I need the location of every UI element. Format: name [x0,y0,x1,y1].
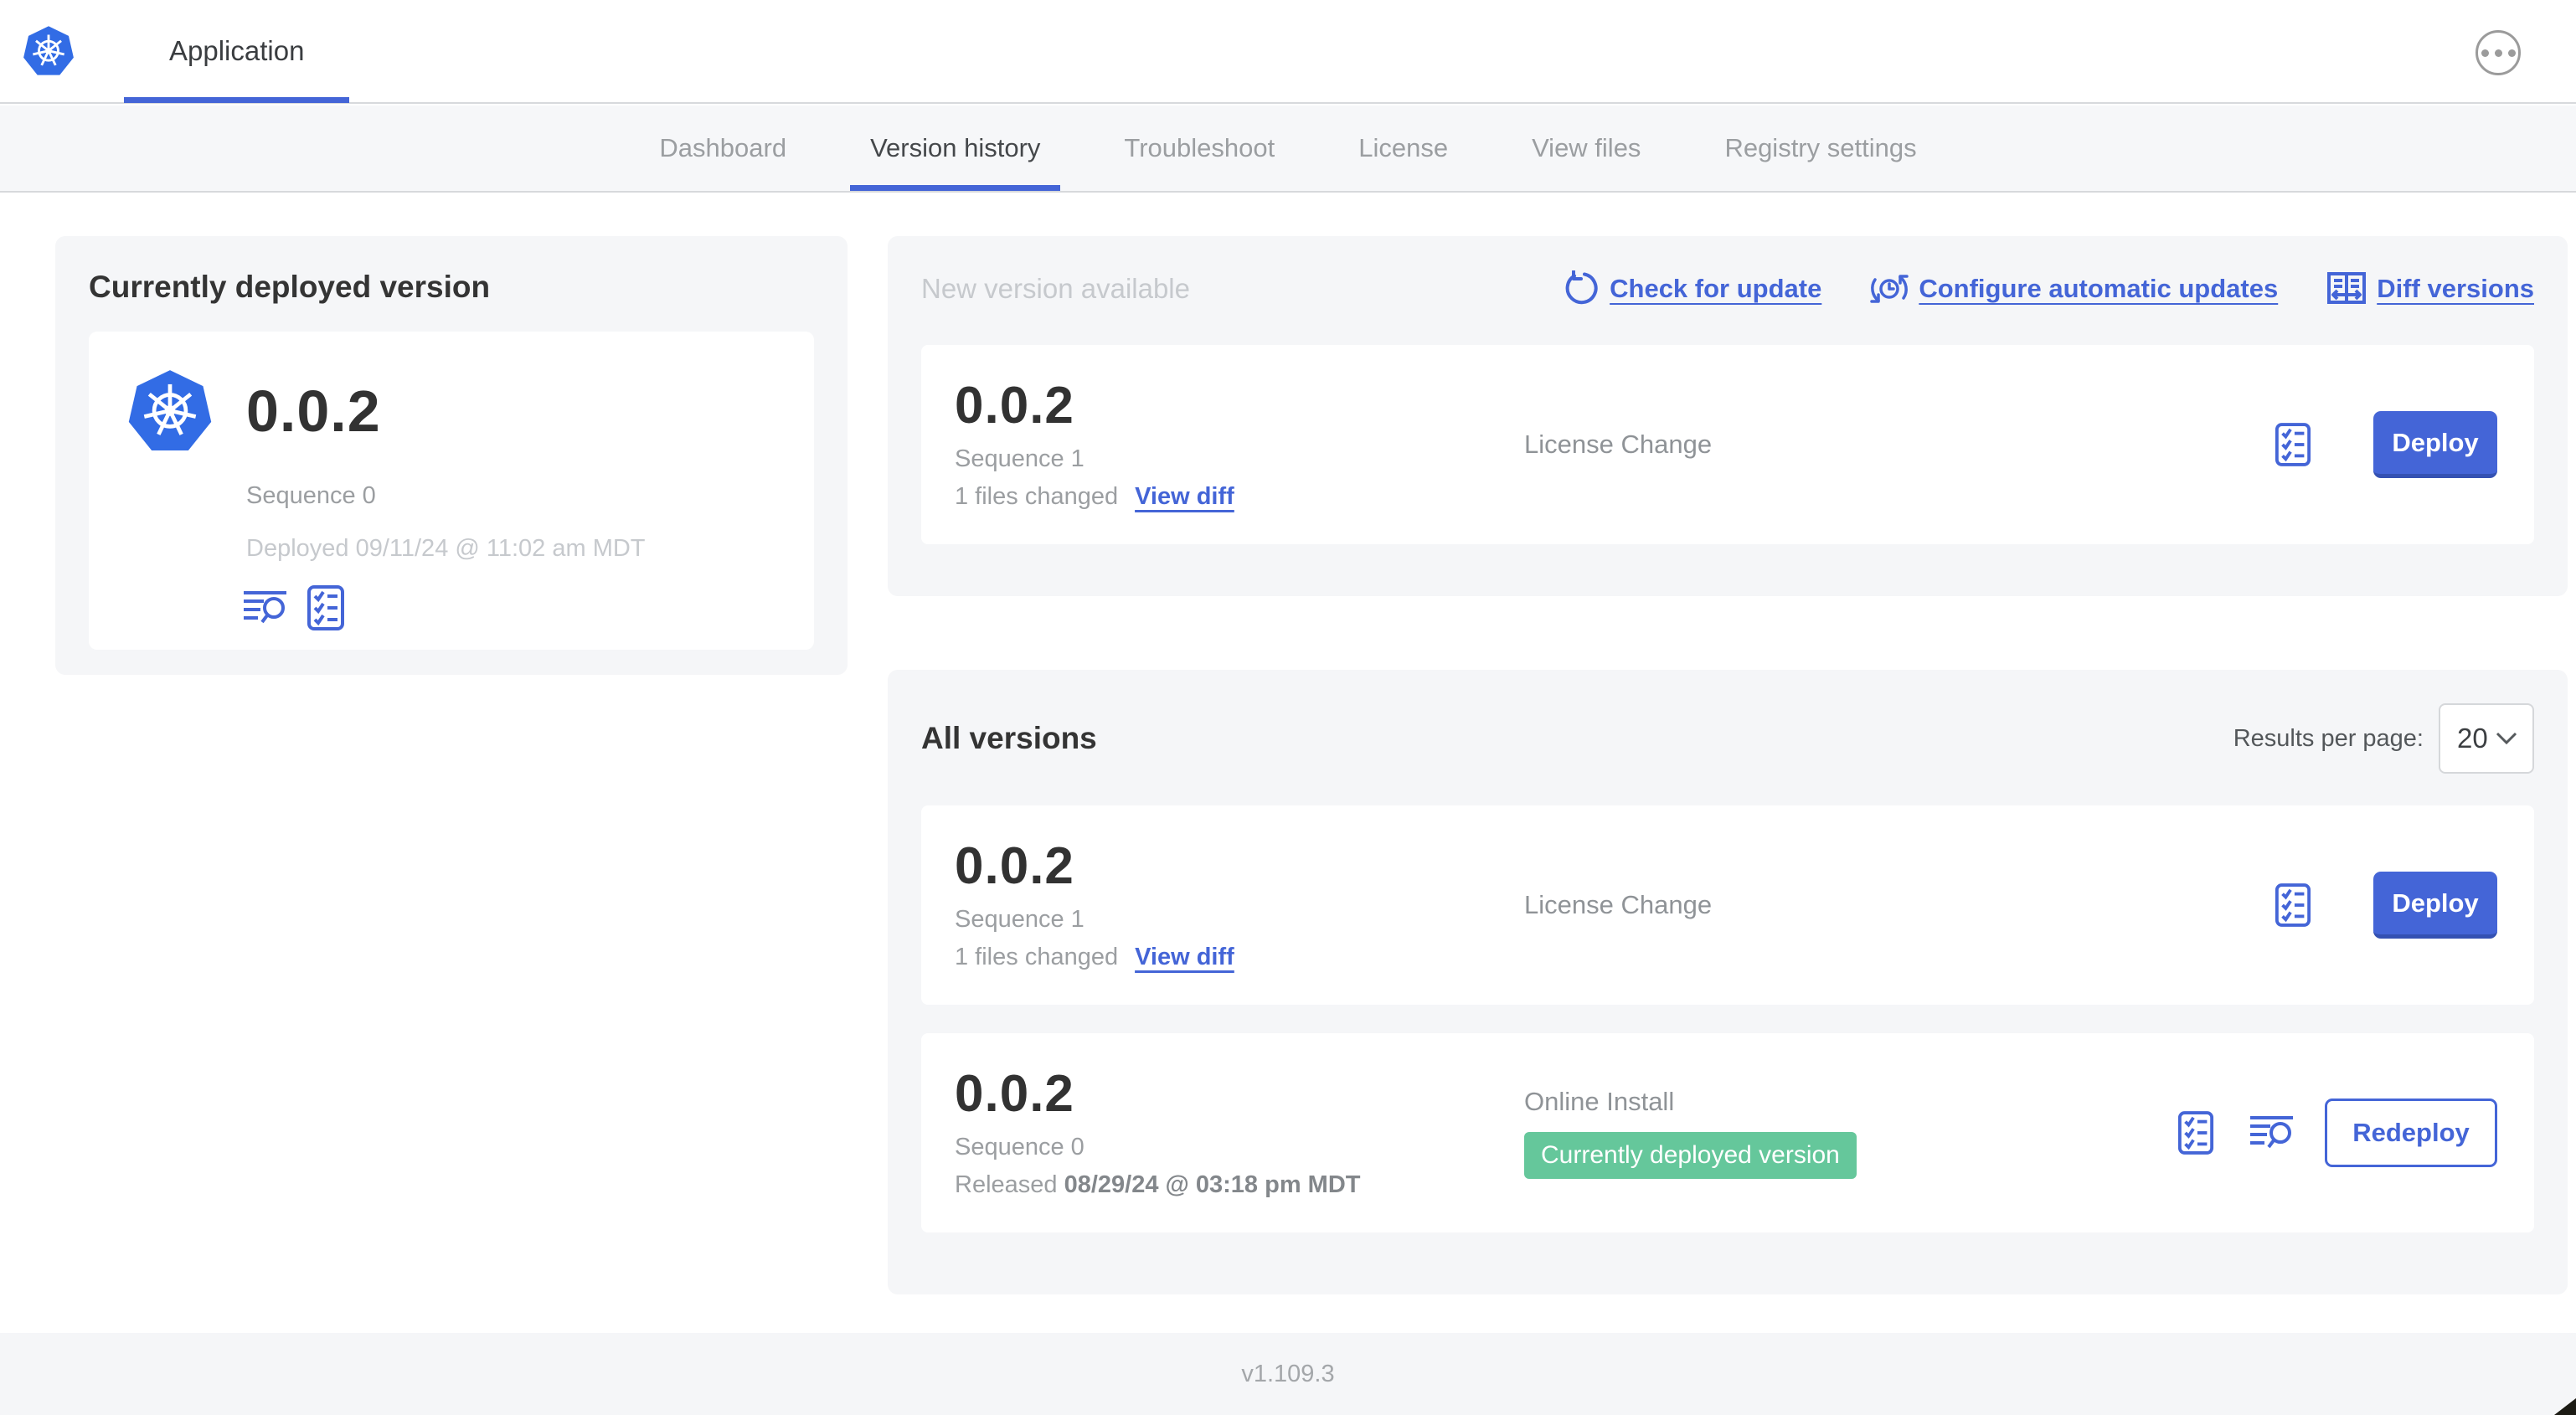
tab-version-history[interactable]: Version history [850,105,1061,191]
row-released-timestamp: Released 08/29/24 @ 03:18 pm MDT [955,1171,1361,1198]
row-files-changed: 1 files changed [955,943,1119,970]
preflight-checks-icon[interactable] [2275,882,2311,928]
app-tab-application[interactable]: Application [124,0,350,103]
deployed-sequence: Sequence 0 [246,482,376,509]
view-diff-link[interactable]: View diff [1135,483,1234,511]
view-logs-icon[interactable] [243,589,290,627]
redeploy-button[interactable]: Redeploy [2325,1099,2497,1167]
new-version-panel: New version available Check for update C… [888,236,2568,596]
deployed-timestamp: Deployed 09/11/24 @ 11:02 am MDT [246,535,646,562]
row-sequence: Sequence 1 [955,905,1084,933]
row-sequence: Sequence 0 [955,1133,1084,1160]
app-tab-active-underline [124,97,350,103]
check-for-update-link[interactable]: Check for update [1563,270,1821,307]
tab-dashboard[interactable]: Dashboard [639,105,806,191]
view-diff-link[interactable]: View diff [1135,944,1234,971]
tab-license[interactable]: License [1338,105,1468,191]
results-per-page-label: Results per page: [2233,724,2424,752]
row-version-number: 0.0.2 [955,377,1074,435]
console-version: v1.109.3 [1241,1360,1335,1387]
deployed-version-number: 0.0.2 [246,378,381,444]
new-version-row: 0.0.2 Sequence 1 1 files changed View di… [921,345,2534,544]
app-tab-label: Application [169,35,305,66]
version-row-sequence-0: 0.0.2 Sequence 0 Released 08/29/24 @ 03:… [921,1033,2534,1232]
preflight-checks-icon[interactable] [307,584,345,631]
new-version-title: New version available [921,273,1190,304]
ellipsis-icon [2481,49,2489,57]
preflight-checks-icon[interactable] [2177,1110,2214,1155]
configure-automatic-updates-link[interactable]: Configure automatic updates [1870,270,2278,308]
tab-troubleshoot[interactable]: Troubleshoot [1104,105,1295,191]
chevron-down-icon [2496,732,2517,745]
version-row-sequence-1: 0.0.2 Sequence 1 1 files changed View di… [921,805,2534,1005]
currently-deployed-title: Currently deployed version [89,270,491,304]
row-files-changed: 1 files changed [955,482,1119,510]
scheduled-update-icon [1870,275,1909,303]
diff-versions-link[interactable]: Diff versions [2326,271,2534,306]
refresh-icon [1565,270,1598,305]
diff-icon [2327,272,2367,304]
app-icon [128,370,212,451]
row-source: License Change [1524,890,1713,919]
results-per-page-select[interactable]: 20 [2439,703,2534,774]
deploy-button[interactable]: Deploy [2373,872,2497,939]
tab-registry-settings[interactable]: Registry settings [1704,105,1936,191]
currently-deployed-card: 0.0.2 Sequence 0 Deployed 09/11/24 @ 11:… [89,332,814,650]
row-version-number: 0.0.2 [955,837,1074,896]
all-versions-title: All versions [921,721,1097,755]
app-header: Application [0,0,2576,104]
row-source: License Change [1524,430,1713,459]
view-logs-icon[interactable] [2249,1114,2296,1152]
preflight-checks-icon[interactable] [2275,422,2311,467]
row-source: Online Install [1524,1087,1675,1116]
kubernetes-logo-icon [23,26,74,75]
app-menu-button[interactable] [2476,30,2521,75]
tab-view-files[interactable]: View files [1512,105,1661,191]
footer: v1.109.3 [0,1333,2576,1415]
secondary-nav: Dashboard Version history Troubleshoot L… [0,105,2576,193]
deploy-button[interactable]: Deploy [2373,411,2497,478]
currently-deployed-panel: Currently deployed version 0.0.2 Sequenc… [55,236,848,675]
all-versions-panel: All versions Results per page: 20 0.0.2 … [888,670,2568,1294]
row-sequence: Sequence 1 [955,445,1084,472]
cursor-artifact [2554,1398,2576,1415]
currently-deployed-badge: Currently deployed version [1524,1132,1857,1179]
row-version-number: 0.0.2 [955,1065,1074,1124]
